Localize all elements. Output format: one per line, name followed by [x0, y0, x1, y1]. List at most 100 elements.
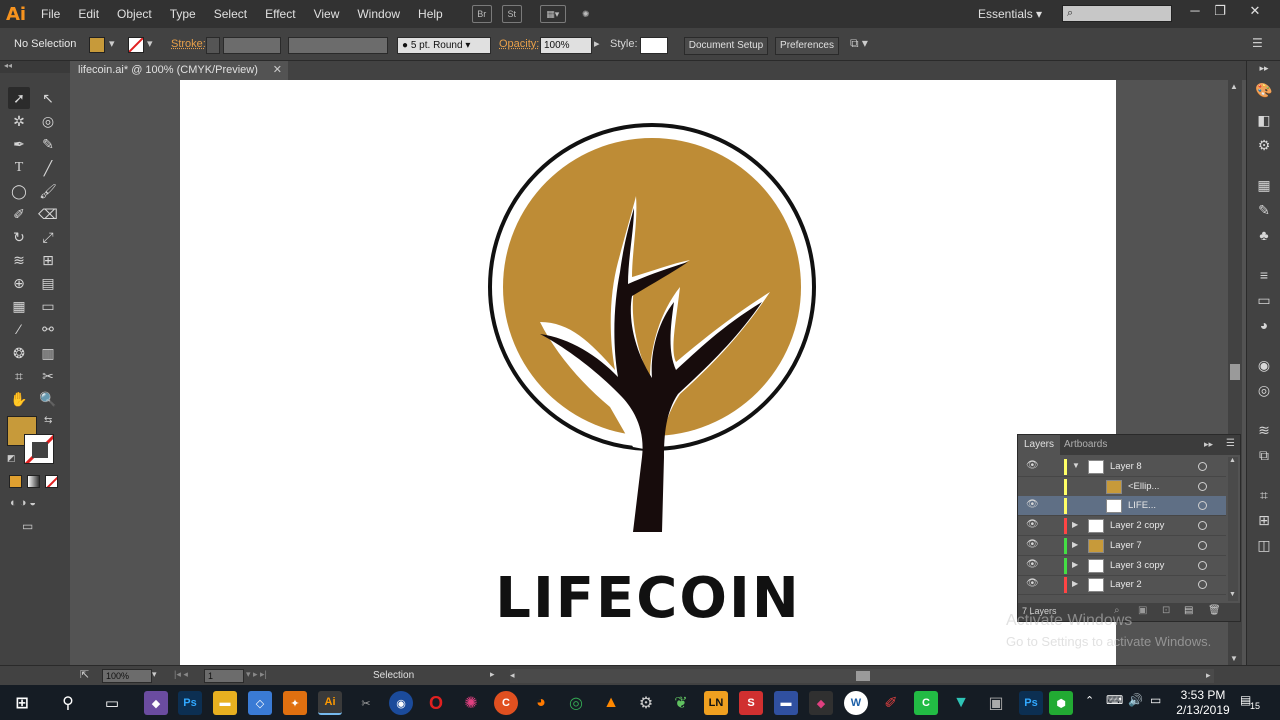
layer-row[interactable]: <Ellip... — [1018, 477, 1226, 497]
task-view-icon[interactable]: ▭ — [100, 691, 124, 715]
close-icon[interactable]: ✕ — [273, 61, 282, 80]
clock-time[interactable]: 3:53 PM — [1172, 688, 1234, 702]
menu-type[interactable]: Type — [161, 0, 205, 28]
zoom-field[interactable]: 100% — [102, 669, 152, 683]
expand-arrow-icon[interactable]: ▶ — [1072, 579, 1078, 588]
app-icon-8[interactable]: ❦ — [669, 691, 693, 715]
search-icon[interactable]: ⚲ — [56, 691, 80, 715]
graphic-style-dropdown[interactable] — [640, 37, 668, 54]
app-icon-7[interactable]: C — [494, 691, 518, 715]
app-icon-13[interactable]: ✐ — [879, 691, 903, 715]
help-search-input[interactable]: ⌕ — [1062, 5, 1172, 22]
none-mode-icon[interactable] — [45, 475, 58, 488]
expand-arrow-icon[interactable]: ▶ — [1072, 540, 1078, 549]
transform-panel-icon[interactable]: ⌗ — [1255, 486, 1273, 504]
stroke-color-box[interactable] — [24, 434, 54, 464]
logo-text[interactable]: LIFECOIN — [180, 566, 1116, 631]
chevron-right-icon[interactable]: ▸ — [490, 669, 495, 680]
menu-select[interactable]: Select — [205, 0, 256, 28]
layer-target-icon[interactable] — [1198, 521, 1207, 531]
menu-help[interactable]: Help — [409, 0, 452, 28]
expand-panels-icon[interactable]: ▸▸ — [1255, 59, 1273, 73]
power-icon[interactable]: ▭ — [1150, 693, 1161, 707]
app-icon-6[interactable]: ✺ — [459, 691, 483, 715]
menu-file[interactable]: File — [32, 0, 69, 28]
visibility-eye-icon[interactable]: 👁 — [1026, 460, 1039, 471]
volume-icon[interactable]: 🔊 — [1128, 693, 1143, 707]
hand-tool-icon[interactable]: ✋ — [8, 388, 30, 410]
app-icon-10[interactable]: ▬ — [774, 691, 798, 715]
layers-scrollbar[interactable]: ▲ ▼ — [1228, 457, 1238, 601]
tab-lifecoin[interactable]: lifecoin.ai* @ 100% (CMYK/Preview) ✕ — [70, 61, 288, 80]
perspective-grid-tool-icon[interactable]: ▤ — [37, 272, 59, 294]
app-icon-16[interactable]: ▣ — [984, 691, 1008, 715]
align-panel-icon[interactable]: ⊞ — [1255, 511, 1273, 529]
stroke-panel-icon[interactable]: ≡ — [1255, 266, 1273, 284]
expand-arrow-icon[interactable]: ▶ — [1072, 520, 1078, 529]
chevron-down-icon[interactable]: ▾ — [152, 669, 157, 680]
illustrator-taskbar-icon[interactable]: Ai — [318, 691, 342, 715]
first-artboard-icon[interactable]: |◂ ◂ — [174, 669, 188, 680]
opacity-input[interactable]: 100% — [540, 37, 592, 54]
make-clipping-mask-icon[interactable]: ▣ — [1138, 605, 1147, 616]
stroke-stepper[interactable] — [206, 37, 220, 54]
trash-icon[interactable]: 🗑 — [1208, 605, 1221, 616]
layer-row[interactable]: 👁 ▶ Layer 3 copy — [1018, 556, 1226, 576]
artboard-number-field[interactable]: 1 — [204, 669, 244, 683]
swatches-panel-icon[interactable]: ⚙ — [1255, 136, 1273, 154]
scroll-down-icon[interactable]: ▼ — [1229, 591, 1236, 598]
layer-name[interactable]: Layer 3 copy — [1110, 560, 1164, 571]
expand-arrow-icon[interactable]: ▶ — [1072, 560, 1078, 569]
artboards-panel-icon[interactable]: ⧉ — [1255, 446, 1273, 464]
layer-name[interactable]: Layer 8 — [1110, 461, 1142, 472]
scroll-down-icon[interactable]: ▼ — [1230, 654, 1238, 663]
type-tool-icon[interactable]: T — [8, 157, 30, 179]
clock-date[interactable]: 2/13/2019 — [1172, 703, 1234, 717]
drawing-modes-icon[interactable]: ◐ ◑ ◒ — [10, 497, 36, 509]
gpu-performance-icon[interactable]: ✺ — [576, 5, 596, 23]
color-guide-icon[interactable]: ◧ — [1255, 111, 1273, 129]
curvature-tool-icon[interactable]: ✎ — [37, 133, 59, 155]
arrange-icon[interactable]: ⧉ ▾ — [850, 36, 868, 51]
symbols-panel-icon[interactable]: ♣ — [1255, 226, 1273, 244]
minimize-button[interactable]: ─ — [1182, 2, 1208, 22]
blend-tool-icon[interactable]: ⚯ — [37, 318, 59, 340]
app-icon-11[interactable]: ◆ — [809, 691, 833, 715]
bridge-icon[interactable]: Br — [471, 5, 492, 23]
layer-target-icon[interactable] — [1198, 481, 1207, 491]
chevron-right-icon[interactable]: ▸ — [594, 37, 600, 50]
horizontal-scrollbar[interactable]: ◂ ▸ — [510, 669, 1214, 683]
ellipse-tool-icon[interactable]: ◯ — [8, 180, 30, 202]
symbol-sprayer-tool-icon[interactable]: ❂ — [8, 342, 30, 364]
app-icon-12[interactable]: W — [844, 691, 868, 715]
app-icon-14[interactable]: C — [914, 691, 938, 715]
notifications-icon[interactable]: ▤ 15 — [1240, 693, 1262, 713]
graphic-styles-panel-icon[interactable]: ◎ — [1255, 381, 1273, 399]
app-icon-9[interactable]: S — [739, 691, 763, 715]
scrollbar-thumb[interactable] — [856, 671, 870, 681]
app-icon-2[interactable]: ◇ — [248, 691, 272, 715]
arrange-documents-icon[interactable]: ▦▾ — [539, 5, 566, 23]
layer-name[interactable]: Layer 2 copy — [1110, 520, 1164, 531]
chevron-up-icon[interactable]: ⌃ — [1085, 694, 1094, 707]
fill-swatch[interactable] — [89, 37, 105, 53]
pen-tool-icon[interactable]: ✒ — [8, 133, 30, 155]
pathfinder-panel-icon[interactable]: ◫ — [1255, 536, 1273, 554]
layers-panel-icon[interactable]: ≋ — [1255, 421, 1273, 439]
menu-edit[interactable]: Edit — [69, 0, 108, 28]
screen-mode-icon[interactable]: ⇱ — [80, 668, 89, 681]
magic-wand-tool-icon[interactable]: ✲ — [8, 110, 30, 132]
close-button[interactable]: ✕ — [1242, 2, 1268, 22]
photoshop-icon[interactable]: Ps — [178, 691, 202, 715]
warp-tool-icon[interactable]: ≋ — [8, 249, 30, 271]
layer-name[interactable]: <Ellip... — [1128, 481, 1159, 492]
stroke-label[interactable]: Stroke: — [171, 38, 206, 50]
chevron-down-icon[interactable]: ▾ — [109, 37, 115, 50]
layer-target-icon[interactable] — [1198, 560, 1207, 570]
artboard-tool-icon[interactable]: ⌗ — [8, 365, 30, 387]
layer-name[interactable]: Layer 2 — [1110, 579, 1142, 590]
chevron-down-icon[interactable]: ▾ — [147, 37, 153, 50]
selection-tool-icon[interactable]: ➚ — [8, 87, 30, 109]
transparency-panel-icon[interactable]: ◕ — [1255, 316, 1273, 334]
collapse-arrow-icon[interactable]: ▼ — [1072, 461, 1080, 470]
